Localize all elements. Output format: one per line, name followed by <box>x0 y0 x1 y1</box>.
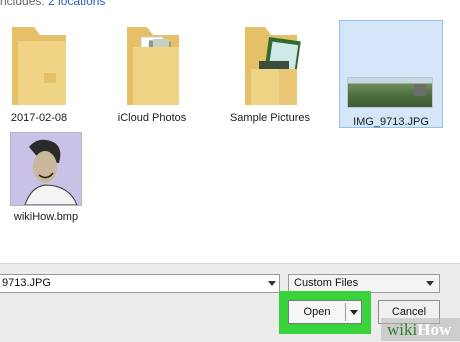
file-item-label: 2017-02-08 <box>10 112 68 124</box>
file-type-value: Custom Files <box>294 277 359 289</box>
open-button-label: Open <box>303 306 331 318</box>
file-item-label: iCloud Photos <box>117 112 187 124</box>
split-divider <box>345 303 346 321</box>
file-item-icloud-photos[interactable]: iCloud Photos <box>100 17 204 124</box>
file-list-pane: 2017-02-08 iCloud Photos Sample Pictures… <box>0 7 460 263</box>
file-item-wikihow-bmp[interactable]: wikiHow.bmp <box>0 132 98 223</box>
folder-photos-icon <box>117 17 187 109</box>
open-button[interactable]: Open <box>288 300 362 324</box>
folder-icon <box>4 17 74 109</box>
chevron-down-icon[interactable] <box>268 281 276 286</box>
file-item-label: IMG_9713.JPG <box>353 116 429 128</box>
drawing-thumbnail <box>6 132 86 208</box>
open-options-arrow-icon[interactable] <box>350 310 358 315</box>
folder-pictures-icon <box>235 17 305 109</box>
watermark-wiki: wiki <box>387 320 418 339</box>
landscape-photo <box>347 77 433 108</box>
filename-value: 9713.JPG <box>2 277 51 289</box>
file-item-label: Sample Pictures <box>229 112 311 124</box>
file-item-2017-02-08[interactable]: 2017-02-08 <box>0 17 91 124</box>
locations-info: ncludes: 2 locations <box>0 0 460 7</box>
filename-input[interactable]: 9713.JPG <box>0 274 280 293</box>
photo-thumbnail <box>343 21 439 113</box>
chevron-down-icon <box>426 281 434 286</box>
wikihow-watermark: wikiHow <box>381 318 460 341</box>
file-item-label: wikiHow.bmp <box>13 211 79 223</box>
cartoon-person-image <box>10 132 82 206</box>
file-item-sample-pictures[interactable]: Sample Pictures <box>218 17 322 124</box>
watermark-how: How <box>417 320 452 339</box>
file-item-img-9713[interactable]: IMG_9713.JPG <box>339 20 443 128</box>
